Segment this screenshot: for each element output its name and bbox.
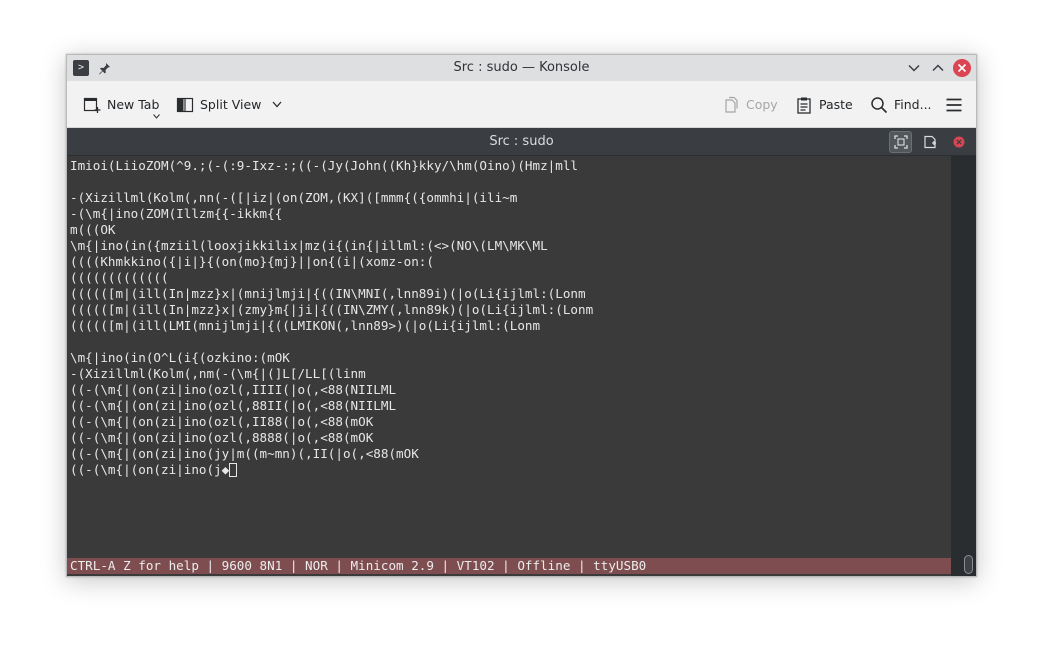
window-title: Src : sudo — Konsole xyxy=(453,60,590,75)
close-tab-button[interactable] xyxy=(947,131,970,153)
terminal-line-text: ((((((((((((( xyxy=(70,270,169,285)
terminal-line-text: m(((OK xyxy=(70,222,116,237)
split-view-icon xyxy=(176,96,194,114)
terminal-line-text: ((((([m|(ill(In|mzz}x|(zmy}m{|ji|{((IN\Z… xyxy=(70,302,594,317)
terminal-line: ((((([m|(ill(In|mzz}x|(mnijlmji|{((IN\MN… xyxy=(70,286,593,302)
focus-mode-button[interactable] xyxy=(889,131,912,153)
terminal-line-text: ((-(\m{|(on(zi|ino(j◆ xyxy=(70,462,230,477)
terminal-line: -(Xizillml(Kolm(,nm(-(\m{|(]L[/LL[(linm xyxy=(70,366,593,382)
paste-label: Paste xyxy=(819,97,853,112)
split-view-label: Split View xyxy=(200,97,262,112)
split-view-button[interactable]: Split View xyxy=(176,81,282,128)
terminal-line-text: -(Xizillml(Kolm(,nm(-(\m{|(]L[/LL[(linm xyxy=(70,366,366,381)
chevron-down-icon[interactable] xyxy=(905,59,923,77)
terminal-view[interactable]: Imioi(LiioZOM(^9.;(-(:9-Ixz-:;((-(Jy(Joh… xyxy=(67,156,951,576)
window-controls xyxy=(905,59,971,77)
terminal-line: \m{|ino(in({mziil(looxjikkilix|mz(i{(in{… xyxy=(70,238,593,254)
scrollbar-track[interactable] xyxy=(951,156,976,576)
status-line: CTRL-A Z for help | 9600 8N1 | NOR | Min… xyxy=(70,558,647,573)
terminal-line: m(((OK xyxy=(70,222,593,238)
terminal-line-text: ((((([m|(ill(LMI(mnijlmji|{((LMIKON(,lnn… xyxy=(70,318,541,333)
hamburger-menu-icon xyxy=(945,96,963,114)
copy-icon xyxy=(722,96,740,114)
tab-title[interactable]: Src : sudo xyxy=(67,128,976,156)
terminal-line-text: -(Xizillml(Kolm(,nn(-([|iz|(on(ZOM,(KX](… xyxy=(70,190,518,205)
terminal-line-text: Imioi(LiioZOM(^9.;(-(:9-Ixz-:;((-(Jy(Joh… xyxy=(70,158,578,173)
detach-icon xyxy=(923,135,936,149)
terminal-line: ((((([m|(ill(LMI(mnijlmji|{((LMIKON(,lnn… xyxy=(70,318,593,334)
terminal-line: ((-(\m{|(on(zi|ino(j◆ xyxy=(70,462,593,478)
maximize-terminal-icon xyxy=(893,135,908,149)
title-bar[interactable]: > Src : sudo — Konsole xyxy=(67,55,976,81)
terminal-line: ((((((((((((( xyxy=(70,270,593,286)
terminal-line-text: ((-(\m{|(on(zi|ino(ozl(,IIII(|o(,<88(NII… xyxy=(70,382,397,397)
terminal-line: ((-(\m{|(on(zi|ino(ozl(,8888(|o(,<88(mOK xyxy=(70,430,593,446)
terminal-line-text: ((((([m|(ill(In|mzz}x|(mnijlmji|{((IN\MN… xyxy=(70,286,586,301)
find-label: Find... xyxy=(894,97,932,112)
find-button[interactable]: Find... xyxy=(870,81,932,128)
new-tab-label: New Tab xyxy=(107,97,160,112)
paste-button[interactable]: Paste xyxy=(795,81,853,128)
terminal-line-text: ((-(\m{|(on(zi|ino(ozl(,8888(|o(,<88(mOK xyxy=(70,430,374,445)
terminal-line-text: ((((Khmkkino({|i|}{(on(mo}{mj}||on{(i|(x… xyxy=(70,254,434,269)
terminal-line: ((-(\m{|(on(zi|ino(ozl(,88II(|o(,<88(NII… xyxy=(70,398,593,414)
tab-actions xyxy=(889,131,970,153)
terminal-line-text: ((-(\m{|(on(zi|ino(jy|m((m~mn)(,II(|o(,<… xyxy=(70,446,419,461)
close-icon[interactable] xyxy=(953,59,971,77)
detach-tab-button[interactable] xyxy=(918,131,941,153)
terminal-line: ((((([m|(ill(In|mzz}x|(zmy}m{|ji|{((IN\Z… xyxy=(70,302,593,318)
terminal-line: -(Xizillml(Kolm(,nn(-([|iz|(on(ZOM,(KX](… xyxy=(70,190,593,206)
chevron-down-icon xyxy=(272,101,282,108)
konsole-window: > Src : sudo — Konsole New Tab Split Vie… xyxy=(66,54,977,577)
menu-button[interactable] xyxy=(945,81,963,128)
terminal-line: ((((Khmkkino({|i|}{(on(mo}{mj}||on{(i|(x… xyxy=(70,254,593,270)
minicom-status-bar: CTRL-A Z for help | 9600 8N1 | NOR | Min… xyxy=(67,558,951,574)
terminal-line-text: \m{|ino(in({mziil(looxjikkilix|mz(i{(in{… xyxy=(70,238,548,253)
paste-icon xyxy=(795,96,813,114)
chevron-down-icon xyxy=(153,114,160,119)
new-tab-button[interactable]: New Tab xyxy=(83,81,160,128)
terminal-output: Imioi(LiioZOM(^9.;(-(:9-Ixz-:;((-(Jy(Joh… xyxy=(70,158,593,478)
copy-label: Copy xyxy=(746,97,778,112)
chevron-up-icon[interactable] xyxy=(929,59,947,77)
scrollbar-thumb[interactable] xyxy=(964,555,973,574)
terminal-line-text: ((-(\m{|(on(zi|ino(ozl(,88II(|o(,<88(NII… xyxy=(70,398,397,413)
terminal-line: ((-(\m{|(on(zi|ino(ozl(,IIII(|o(,<88(NII… xyxy=(70,382,593,398)
close-icon xyxy=(953,136,964,148)
terminal-line: \m{|ino(in(O^L(i{(ozkino:(mOK xyxy=(70,350,593,366)
terminal-line-text: ((-(\m{|(on(zi|ino(ozl(,II88(|o(,<88(mOK xyxy=(70,414,374,429)
terminal-cursor xyxy=(229,463,238,477)
terminal-line-text: \m{|ino(in(O^L(i{(ozkino:(mOK xyxy=(70,350,290,365)
terminal-line: -(\m{|ino(ZOM(Illzm{{-ikkm{{ xyxy=(70,206,593,222)
tab-bar: Src : sudo xyxy=(67,128,976,156)
terminal-line-text: -(\m{|ino(ZOM(Illzm{{-ikkm{{ xyxy=(70,206,283,221)
copy-button[interactable]: Copy xyxy=(722,81,778,128)
terminal-line: ((-(\m{|(on(zi|ino(ozl(,II88(|o(,<88(mOK xyxy=(70,414,593,430)
search-icon xyxy=(870,96,888,114)
main-toolbar: New Tab Split View Copy Paste Find... xyxy=(67,81,976,128)
terminal-line: Imioi(LiioZOM(^9.;(-(:9-Ixz-:;((-(Jy(Joh… xyxy=(70,158,593,174)
new-tab-icon xyxy=(83,96,101,114)
terminal-line: ((-(\m{|(on(zi|ino(jy|m((m~mn)(,II(|o(,<… xyxy=(70,446,593,462)
